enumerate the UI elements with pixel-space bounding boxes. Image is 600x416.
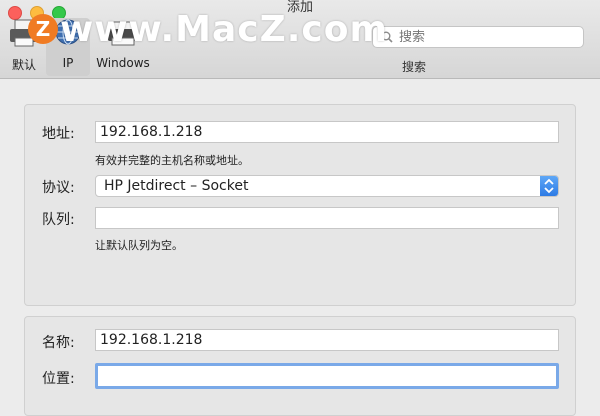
protocol-label: 协议:	[42, 180, 75, 196]
watermark-logo: Z	[28, 14, 58, 44]
protocol-select[interactable]: HP Jetdirect – Socket	[95, 175, 559, 197]
address-field[interactable]: 192.168.1.218	[95, 121, 559, 143]
location-label: 位置:	[42, 371, 75, 387]
name-field[interactable]: 192.168.1.218	[95, 329, 559, 351]
location-field[interactable]	[95, 363, 559, 389]
queue-field[interactable]	[95, 207, 559, 229]
toolbar-button-label: Windows	[96, 56, 150, 70]
printer-info-panel: 名称: 192.168.1.218 位置:	[24, 316, 576, 416]
name-label: 名称:	[42, 335, 75, 351]
queue-label: 队列:	[42, 212, 75, 228]
chevron-updown-icon	[544, 178, 554, 194]
watermark: www.MacZ.com	[60, 9, 388, 50]
queue-hint: 让默认队列为空。	[95, 239, 183, 252]
search-caption: 搜索	[401, 60, 426, 74]
connection-panel: 地址: 192.168.1.218 有效并完整的主机名称或地址。 协议: HP …	[24, 104, 576, 306]
select-stepper[interactable]	[540, 176, 558, 196]
search-field[interactable]	[372, 26, 584, 48]
search-input[interactable]	[397, 28, 571, 46]
address-hint: 有效并完整的主机名称或地址。	[95, 154, 249, 167]
toolbar-button-label: 默认	[11, 58, 36, 72]
address-label: 地址:	[42, 126, 75, 142]
toolbar: 添加 默认 IP Windows 搜索 搜索 Z www.MacZ.com	[0, 0, 600, 79]
toolbar-button-label: IP	[62, 56, 74, 70]
protocol-value: HP Jetdirect – Socket	[104, 178, 249, 194]
